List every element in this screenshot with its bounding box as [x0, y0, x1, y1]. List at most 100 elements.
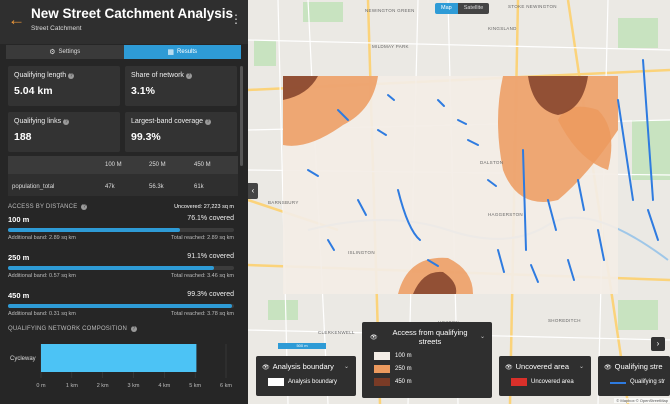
legend-swatch: [374, 378, 390, 386]
info-icon[interactable]: ?: [131, 326, 138, 332]
map-place-label: DALSTON: [480, 160, 504, 165]
column-header: 450 M: [194, 162, 211, 168]
legend-item-label: 250 m: [395, 366, 412, 372]
legend-swatch: [374, 365, 390, 373]
legend-swatch: [374, 352, 390, 360]
chevron-down-icon[interactable]: ⌄: [344, 363, 349, 370]
more-options-icon[interactable]: ⋮: [230, 13, 242, 25]
legend-swatch: [610, 382, 626, 384]
info-icon[interactable]: ?: [185, 73, 192, 79]
eye-icon[interactable]: 👁: [262, 365, 270, 371]
page-subtitle: Street Catchment: [31, 25, 82, 32]
share-of-network-card: Share of network? 3.1%: [125, 66, 237, 106]
info-icon[interactable]: ?: [63, 119, 70, 125]
map-place-label: ISLINGTON: [348, 250, 375, 255]
band-additional: Additional band: 0.57 sq km: [8, 273, 76, 279]
collapse-panel-button[interactable]: ‹: [248, 183, 258, 199]
uncovered-legend[interactable]: 👁 Uncovered area ⌄ Uncovered area: [499, 356, 591, 396]
panel-tabs: ⚙ Settings ▦ Results: [6, 45, 241, 59]
map-place-label: MILDMAY PARK: [372, 44, 409, 49]
band-covered: 76.1% covered: [187, 215, 234, 222]
band-progress-fill: [8, 304, 233, 308]
band-250: 250 m 91.1% covered Additional band: 0.5…: [8, 253, 234, 283]
legend-title: Qualifying stre: [614, 362, 663, 371]
qualifying-length-label: Qualifying length: [14, 72, 67, 79]
tab-results-label: Results: [177, 49, 198, 55]
largest-band-coverage-card: Largest-band coverage? 99.3%: [125, 112, 237, 152]
map-place-label: CLERKENWELL: [318, 330, 355, 335]
x-tick-label: 2 km: [97, 383, 109, 389]
qualifying-length-value: 5.04 km: [14, 85, 53, 97]
share-of-network-value: 3.1%: [131, 85, 155, 97]
eye-icon[interactable]: 👁: [505, 365, 513, 371]
tab-settings[interactable]: ⚙ Settings: [6, 45, 124, 59]
map-type-toggle: Map Satellite: [435, 3, 490, 14]
qualifying-streets-legend[interactable]: 👁 Qualifying stre Qualifying str: [598, 356, 670, 396]
table-cell: 47k: [105, 184, 115, 190]
back-arrow-icon[interactable]: ←: [8, 11, 25, 28]
band-450: 450 m 99.3% covered Additional band: 0.3…: [8, 291, 234, 321]
results-panel: ← New Street Catchment Analysis Street C…: [0, 0, 248, 404]
chevron-down-icon[interactable]: ⌄: [579, 363, 584, 370]
band-additional: Additional band: 0.31 sq km: [8, 311, 76, 317]
band-covered: 91.1% covered: [187, 253, 234, 260]
map-place-label: HAGGERSTON: [488, 212, 523, 217]
chart-bar[interactable]: [41, 344, 197, 372]
population-table: 100 M 250 M 450 M population_total 47k 5…: [8, 156, 238, 196]
band-covered: 99.3% covered: [187, 291, 234, 298]
eye-icon[interactable]: 👁: [370, 334, 378, 341]
band-name: 450 m: [8, 291, 30, 300]
qualifying-links-card: Qualifying links? 188: [8, 112, 120, 152]
chevron-down-icon[interactable]: ⌄: [480, 333, 485, 340]
map-place-label: STOKE NEWINGTON: [508, 4, 557, 9]
map-view[interactable]: NEWINGTON GREEN MILDMAY PARK DALSTON KIN…: [248, 0, 670, 404]
map-place-label: KINGSLAND: [488, 26, 517, 31]
map-place-label: BARNSBURY: [268, 200, 299, 205]
legend-swatch: [268, 378, 284, 386]
map-button[interactable]: Map: [435, 3, 458, 14]
legend-next-button[interactable]: ›: [651, 337, 665, 351]
table-cell: 61k: [194, 184, 204, 190]
band-progress-fill: [8, 266, 214, 270]
band-name: 250 m: [8, 253, 30, 262]
composition-section-label: QUALIFYING NETWORK COMPOSITION: [8, 326, 128, 332]
x-tick-label: 6 km: [220, 383, 232, 389]
panel-header: ← New Street Catchment Analysis Street C…: [0, 0, 248, 44]
band-total: Total reached: 3.46 sq km: [171, 273, 234, 279]
qualifying-links-label: Qualifying links: [14, 118, 62, 125]
share-of-network-label: Share of network: [131, 72, 184, 79]
band-additional: Additional band: 2.89 sq km: [8, 235, 76, 241]
access-legend[interactable]: 👁 Access from qualifying streets ⌄ 100 m…: [362, 322, 492, 398]
band-total: Total reached: 3.78 sq km: [171, 311, 234, 317]
row-label: population_total: [12, 184, 55, 190]
info-icon[interactable]: ?: [68, 73, 75, 79]
band-total: Total reached: 2.89 sq km: [171, 235, 234, 241]
map-attribution: © Mapbox © OpenStreetMap: [614, 398, 670, 403]
satellite-button[interactable]: Satellite: [457, 3, 490, 14]
x-tick-label: 5 km: [189, 383, 201, 389]
legend-title: Uncovered area: [515, 362, 569, 371]
column-header: 250 M: [149, 162, 166, 168]
legend-item-label: Qualifying str: [630, 379, 666, 385]
band-name: 100 m: [8, 215, 30, 224]
band-progress-track: [8, 304, 234, 308]
chart-icon: ▦: [167, 49, 175, 56]
panel-scrollbar[interactable]: [240, 66, 243, 166]
band-100: 100 m 76.1% covered Additional band: 2.8…: [8, 215, 234, 245]
eye-icon[interactable]: 👁: [604, 365, 612, 371]
largest-band-coverage-label: Largest-band coverage: [131, 118, 203, 125]
boundary-legend[interactable]: 👁 Analysis boundary ⌄ Analysis boundary: [256, 356, 356, 396]
scale-bar: 500 m: [278, 343, 326, 349]
tab-settings-label: Settings: [58, 49, 81, 55]
page-title: New Street Catchment Analysis: [31, 6, 234, 21]
band-progress-track: [8, 228, 234, 232]
info-icon[interactable]: ?: [81, 204, 88, 210]
info-icon[interactable]: ?: [205, 119, 211, 125]
access-section-label: ACCESS BY DISTANCE: [8, 204, 78, 210]
largest-band-coverage-value: 99.3%: [131, 131, 161, 143]
tab-results[interactable]: ▦ Results: [123, 45, 241, 59]
legend-item-label: 450 m: [395, 379, 412, 385]
band-progress-fill: [8, 228, 180, 232]
y-category-label: Cycleway: [10, 356, 36, 362]
map-place-label: NEWINGTON GREEN: [365, 8, 415, 13]
